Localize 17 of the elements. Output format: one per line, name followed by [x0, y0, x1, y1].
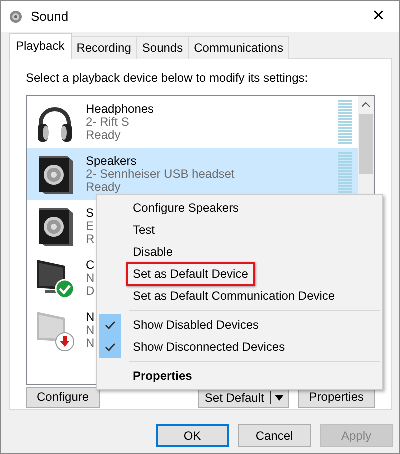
device-name: Headphones: [86, 102, 154, 116]
device-description: N: [86, 324, 95, 336]
device-name: N: [86, 310, 95, 324]
device-status: Ready: [86, 180, 121, 194]
instruction-text: Select a playback device below to modify its settings:: [26, 70, 310, 87]
device-name: S: [86, 206, 94, 220]
device-status: D: [86, 284, 95, 298]
device-status: R: [86, 232, 95, 246]
device-status: Ready: [86, 128, 121, 142]
window-title: Sound: [31, 8, 70, 26]
device-name: C: [86, 258, 95, 272]
device-description: N: [86, 272, 95, 284]
device-description: 2- Rift S: [86, 116, 130, 128]
device-status: N: [86, 336, 95, 350]
device-name: Speakers: [86, 154, 137, 168]
device-description: E: [86, 220, 94, 232]
device-description: 2- Sennheiser USB headset: [86, 168, 235, 180]
